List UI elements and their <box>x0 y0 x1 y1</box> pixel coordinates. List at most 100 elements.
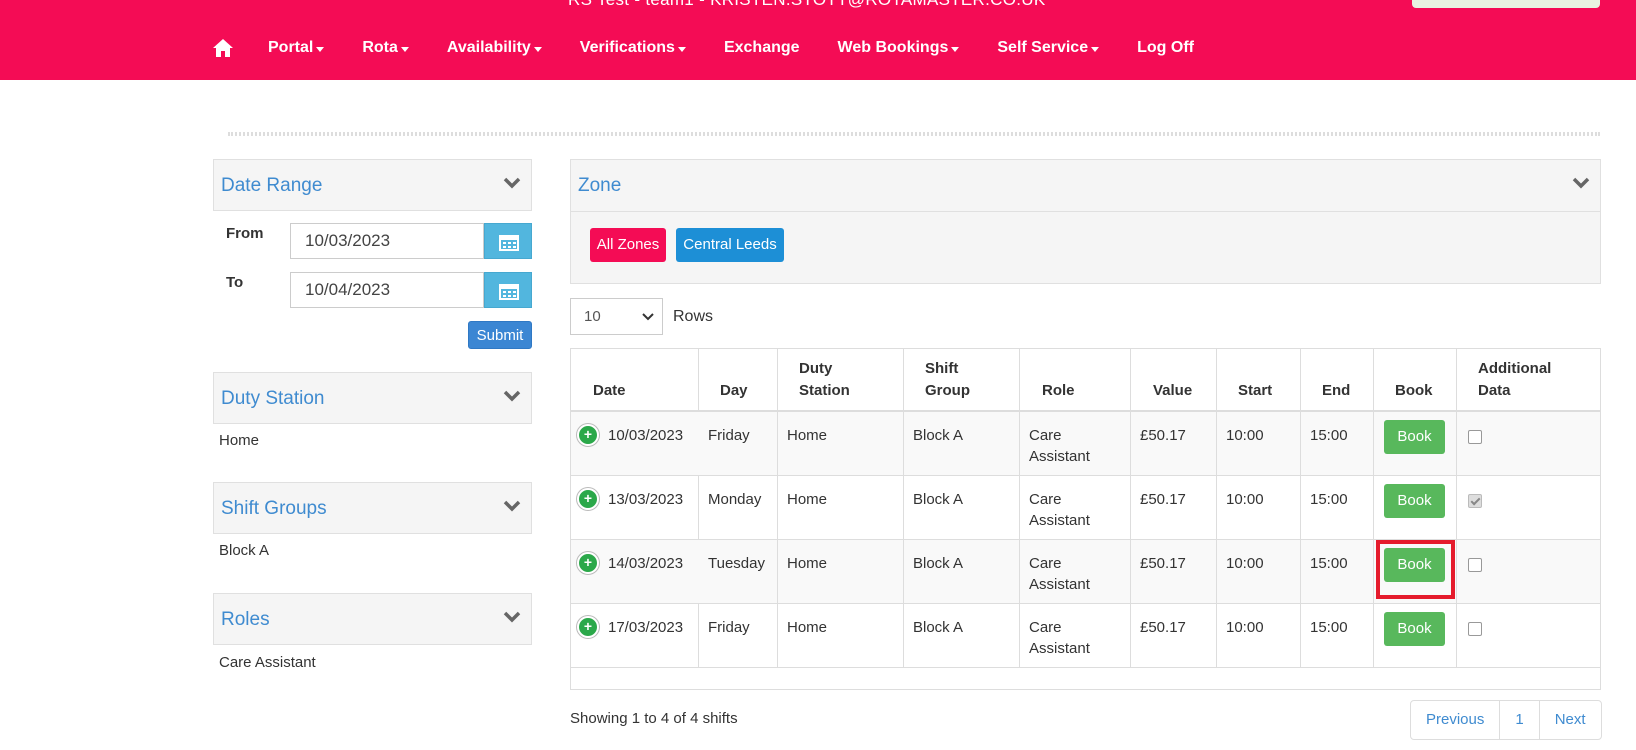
to-calendar-button[interactable] <box>484 272 532 308</box>
header-start[interactable]: Start <box>1238 380 1272 402</box>
caret-down-icon <box>400 46 409 52</box>
cell-value: £50.17 <box>1140 427 1186 444</box>
cell-date: 10/03/2023 <box>608 427 684 444</box>
cell-role: Care Assistant <box>1029 553 1090 595</box>
header-shift-group-line1: Shift <box>925 360 959 377</box>
pagination: Previous 1 Next <box>1410 700 1602 740</box>
cell-duty-station: Home <box>787 619 828 636</box>
table-divider <box>1216 349 1217 667</box>
expand-row-plus-icon[interactable]: + <box>577 488 599 510</box>
nav-verifications-label: Verifications <box>579 39 675 56</box>
shift-groups-value: Block A <box>219 542 270 559</box>
header-additional-data[interactable]: Additional Data <box>1478 358 1551 402</box>
highlight-box <box>1376 540 1455 599</box>
nav-availability[interactable]: Availability <box>447 39 542 57</box>
caret-down-icon <box>316 46 325 52</box>
date-range-title: Date Range <box>221 175 323 196</box>
nav-web-bookings[interactable]: Web Bookings <box>838 39 960 57</box>
cell-role-line1: Care <box>1029 555 1062 572</box>
nav-self-service[interactable]: Self Service <box>997 39 1100 57</box>
cell-role: Care Assistant <box>1029 489 1090 531</box>
book-button[interactable]: Book <box>1384 612 1445 646</box>
zone-central-leeds-button[interactable]: Central Leeds <box>676 228 784 262</box>
cell-end: 15:00 <box>1310 491 1348 508</box>
book-button[interactable]: Book <box>1384 420 1445 454</box>
header-duty-station-line1: Duty <box>799 360 833 377</box>
home-icon[interactable] <box>212 37 234 59</box>
cell-day: Friday <box>708 427 750 444</box>
nav-web-bookings-label: Web Bookings <box>837 39 949 56</box>
header-additional-line2: Data <box>1478 382 1511 399</box>
header-shift-group-line2: Group <box>925 382 970 399</box>
nav-exchange-label: Exchange <box>723 39 800 56</box>
duty-station-panel-header[interactable]: Duty Station <box>213 372 532 424</box>
cell-value: £50.17 <box>1140 619 1186 636</box>
nav-exchange[interactable]: Exchange <box>724 39 800 57</box>
header-day[interactable]: Day <box>720 380 748 402</box>
cell-start: 10:00 <box>1226 619 1264 636</box>
rows-per-page-select[interactable]: 10 <box>570 298 663 335</box>
date-range-panel-header[interactable]: Date Range <box>213 159 532 211</box>
calendar-icon <box>499 235 519 251</box>
topbar-button[interactable] <box>1412 0 1600 8</box>
cell-value: £50.17 <box>1140 555 1186 572</box>
pagination-previous[interactable]: Previous <box>1411 701 1501 739</box>
table-divider <box>571 603 1600 604</box>
roles-title: Roles <box>221 609 270 630</box>
header-value[interactable]: Value <box>1153 380 1192 402</box>
pagination-next[interactable]: Next <box>1540 701 1601 739</box>
nav-log-off-label: Log Off <box>1137 39 1194 56</box>
header-duty-station[interactable]: Duty Station <box>799 358 850 402</box>
table-divider <box>1373 349 1374 667</box>
to-date-input[interactable]: 10/04/2023 <box>290 272 484 308</box>
header-shift-group[interactable]: Shift Group <box>925 358 970 402</box>
header-date[interactable]: Date <box>593 380 626 402</box>
caret-down-icon <box>1091 46 1100 52</box>
header-end[interactable]: End <box>1322 380 1350 402</box>
table-divider <box>1300 349 1301 667</box>
additional-data-checkbox[interactable] <box>1468 622 1482 636</box>
from-date-input[interactable]: 10/03/2023 <box>290 223 484 259</box>
header-book[interactable]: Book <box>1395 380 1433 402</box>
main-nav: Portal Rota Availability Verifications E… <box>212 34 1232 62</box>
shift-groups-title: Shift Groups <box>221 498 327 519</box>
nav-verifications[interactable]: Verifications <box>580 39 686 57</box>
expand-row-plus-icon[interactable]: + <box>577 616 599 638</box>
nav-rota-label: Rota <box>362 39 398 56</box>
nav-log-off[interactable]: Log Off <box>1137 39 1194 57</box>
calendar-icon <box>499 284 519 300</box>
table-divider <box>571 475 1600 476</box>
additional-data-checkbox[interactable] <box>1468 494 1482 508</box>
cell-shift-group: Block A <box>913 555 964 572</box>
from-label: From <box>226 225 264 242</box>
chevron-down-icon <box>503 390 521 402</box>
nav-portal[interactable]: Portal <box>268 39 325 57</box>
chevron-down-icon <box>1572 177 1590 189</box>
from-calendar-button[interactable] <box>484 223 532 259</box>
shift-groups-panel-header[interactable]: Shift Groups <box>213 482 532 534</box>
cell-end: 15:00 <box>1310 619 1348 636</box>
chevron-down-icon <box>503 177 521 189</box>
zone-all-zones-button[interactable]: All Zones <box>590 228 666 262</box>
pagination-page-1[interactable]: 1 <box>1500 701 1540 739</box>
book-button[interactable]: Book <box>1384 484 1445 518</box>
cell-role: Care Assistant <box>1029 617 1090 659</box>
table-divider <box>777 349 778 667</box>
header-role[interactable]: Role <box>1042 380 1075 402</box>
cell-role-line2: Assistant <box>1029 448 1090 465</box>
expand-row-plus-icon[interactable]: + <box>577 552 599 574</box>
cell-end: 15:00 <box>1310 555 1348 572</box>
expand-row-plus-icon[interactable]: + <box>577 424 599 446</box>
nav-rota[interactable]: Rota <box>362 39 409 57</box>
submit-button[interactable]: Submit <box>468 321 532 349</box>
zone-panel-header[interactable]: Zone <box>571 160 1600 212</box>
table-divider <box>698 475 699 539</box>
roles-panel-header[interactable]: Roles <box>213 593 532 645</box>
cell-role-line2: Assistant <box>1029 512 1090 529</box>
cell-date: 17/03/2023 <box>608 619 684 636</box>
caret-down-icon <box>677 46 686 52</box>
cell-start: 10:00 <box>1226 491 1264 508</box>
divider <box>228 132 1600 136</box>
additional-data-checkbox[interactable] <box>1468 430 1482 444</box>
additional-data-checkbox[interactable] <box>1468 558 1482 572</box>
